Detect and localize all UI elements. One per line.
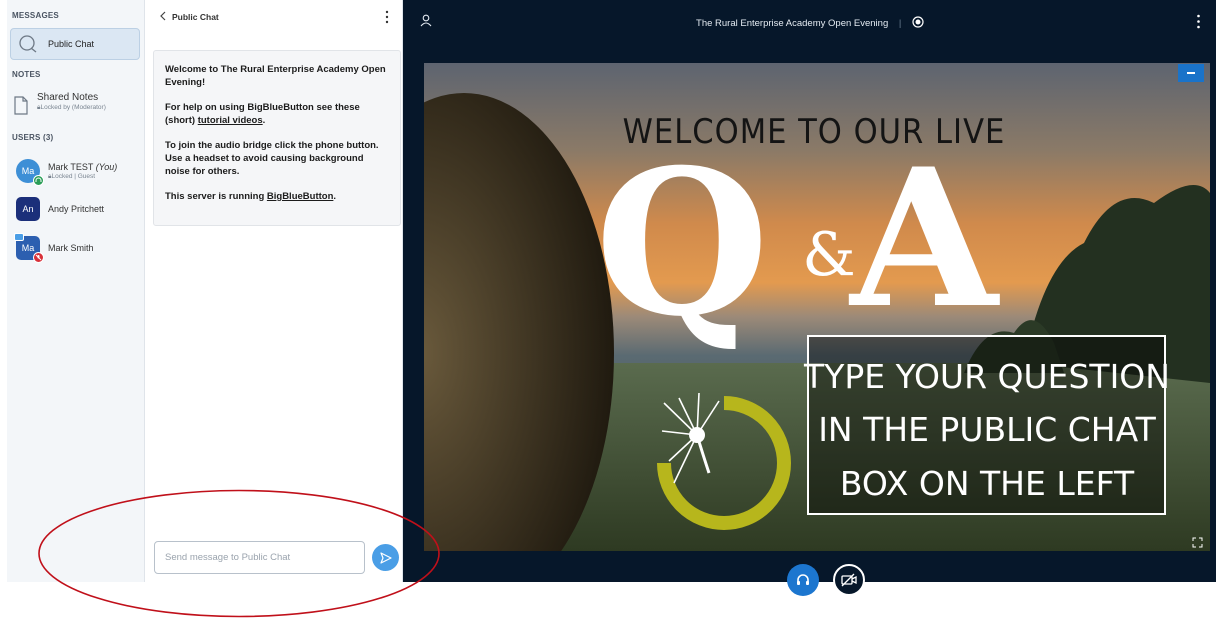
- user-status: 🔒︎Locked | Guest: [48, 172, 96, 180]
- more-options-icon[interactable]: [384, 10, 390, 24]
- avatar: Ma: [14, 233, 44, 263]
- options-menu-icon[interactable]: [1196, 14, 1201, 29]
- public-chat-item[interactable]: Public Chat: [10, 28, 140, 60]
- record-icon[interactable]: [912, 16, 924, 28]
- users-section-title: USERS (3): [12, 133, 54, 142]
- presentation-slide: WELCOME TO OUR LIVE Q & A TYPE YOUR QUES…: [424, 63, 1210, 551]
- welcome-line: Welcome to The Rural Enterprise Academy …: [165, 64, 386, 88]
- presenter-icon: [14, 233, 24, 241]
- send-icon: [379, 551, 392, 564]
- audio-headset-button[interactable]: [787, 564, 819, 596]
- headset-icon: [797, 574, 809, 585]
- slide-q: Q: [595, 126, 769, 361]
- hide-presentation-button[interactable]: [1178, 64, 1204, 82]
- slide-ampersand: &: [802, 220, 855, 290]
- public-chat-label: Public Chat: [48, 39, 95, 49]
- public-chat-panel: Public Chat Welcome to The Rural Enterpr…: [145, 0, 403, 582]
- tutorial-videos-link[interactable]: tutorial videos: [198, 115, 263, 126]
- shared-notes-status: 🔒︎Locked by (Moderator): [37, 104, 106, 111]
- avatar: Ma: [16, 159, 44, 186]
- headset-status-icon: [33, 175, 44, 186]
- user-item-mark-smith[interactable]: Ma Mark Smith: [14, 233, 142, 263]
- bigbluebutton-link[interactable]: BigBlueButton: [267, 191, 334, 202]
- meeting-title-bar: The Rural Enterprise Academy Open Evenin…: [403, 16, 1216, 29]
- chat-bubble-icon: [19, 35, 37, 53]
- bigbluebutton-app: MESSAGES Public Chat NOTES Shared Notes …: [7, 0, 1216, 596]
- notes-section-title: NOTES: [12, 70, 41, 79]
- avatar: An: [16, 197, 40, 221]
- help-line: For help on using BigBlueButton see thes…: [165, 102, 360, 126]
- server-line: This server is running BigBlueButton.: [165, 191, 337, 202]
- share-webcam-button[interactable]: [833, 564, 865, 596]
- user-item-mark-test[interactable]: Ma Mark TEST (You) 🔒︎Locked | Guest: [16, 156, 142, 186]
- slide-box-line3: BOX ON THE LEFT: [840, 464, 1135, 503]
- slide-box-line1: TYPE YOUR QUESTION: [803, 357, 1170, 396]
- send-message-button[interactable]: [372, 544, 399, 571]
- user-name: Mark TEST (You) 🔒︎Locked | Guest: [48, 161, 118, 180]
- shared-notes-item[interactable]: Shared Notes 🔒︎Locked by (Moderator): [13, 92, 141, 124]
- fullscreen-icon[interactable]: [1192, 537, 1203, 548]
- chat-message-input[interactable]: Send message to Public Chat: [154, 541, 365, 574]
- video-off-icon: [841, 573, 857, 587]
- minus-icon: [1187, 72, 1195, 74]
- shared-notes-label: Shared Notes: [37, 92, 99, 103]
- welcome-message: Welcome to The Rural Enterprise Academy …: [153, 50, 401, 226]
- audio-bridge-line: To join the audio bridge click the phone…: [165, 140, 379, 177]
- slide-a: A: [848, 127, 1000, 350]
- user-name: Andy Pritchett: [48, 204, 105, 214]
- slide-box-line2: IN THE PUBLIC CHAT: [818, 410, 1156, 449]
- presentation-area: The Rural Enterprise Academy Open Evenin…: [403, 0, 1216, 596]
- muted-mic-icon: [33, 252, 44, 263]
- meeting-title: The Rural Enterprise Academy Open Evenin…: [696, 18, 889, 29]
- document-icon: [14, 96, 28, 115]
- chat-title[interactable]: Public Chat: [172, 12, 219, 22]
- user-name: Mark Smith: [48, 243, 94, 253]
- messages-section-title: MESSAGES: [12, 11, 59, 20]
- chevron-left-icon[interactable]: [159, 11, 167, 21]
- user-list-sidebar: MESSAGES Public Chat NOTES Shared Notes …: [7, 0, 145, 582]
- user-item-andy-pritchett[interactable]: An Andy Pritchett: [16, 194, 142, 224]
- chat-header: Public Chat: [145, 0, 403, 34]
